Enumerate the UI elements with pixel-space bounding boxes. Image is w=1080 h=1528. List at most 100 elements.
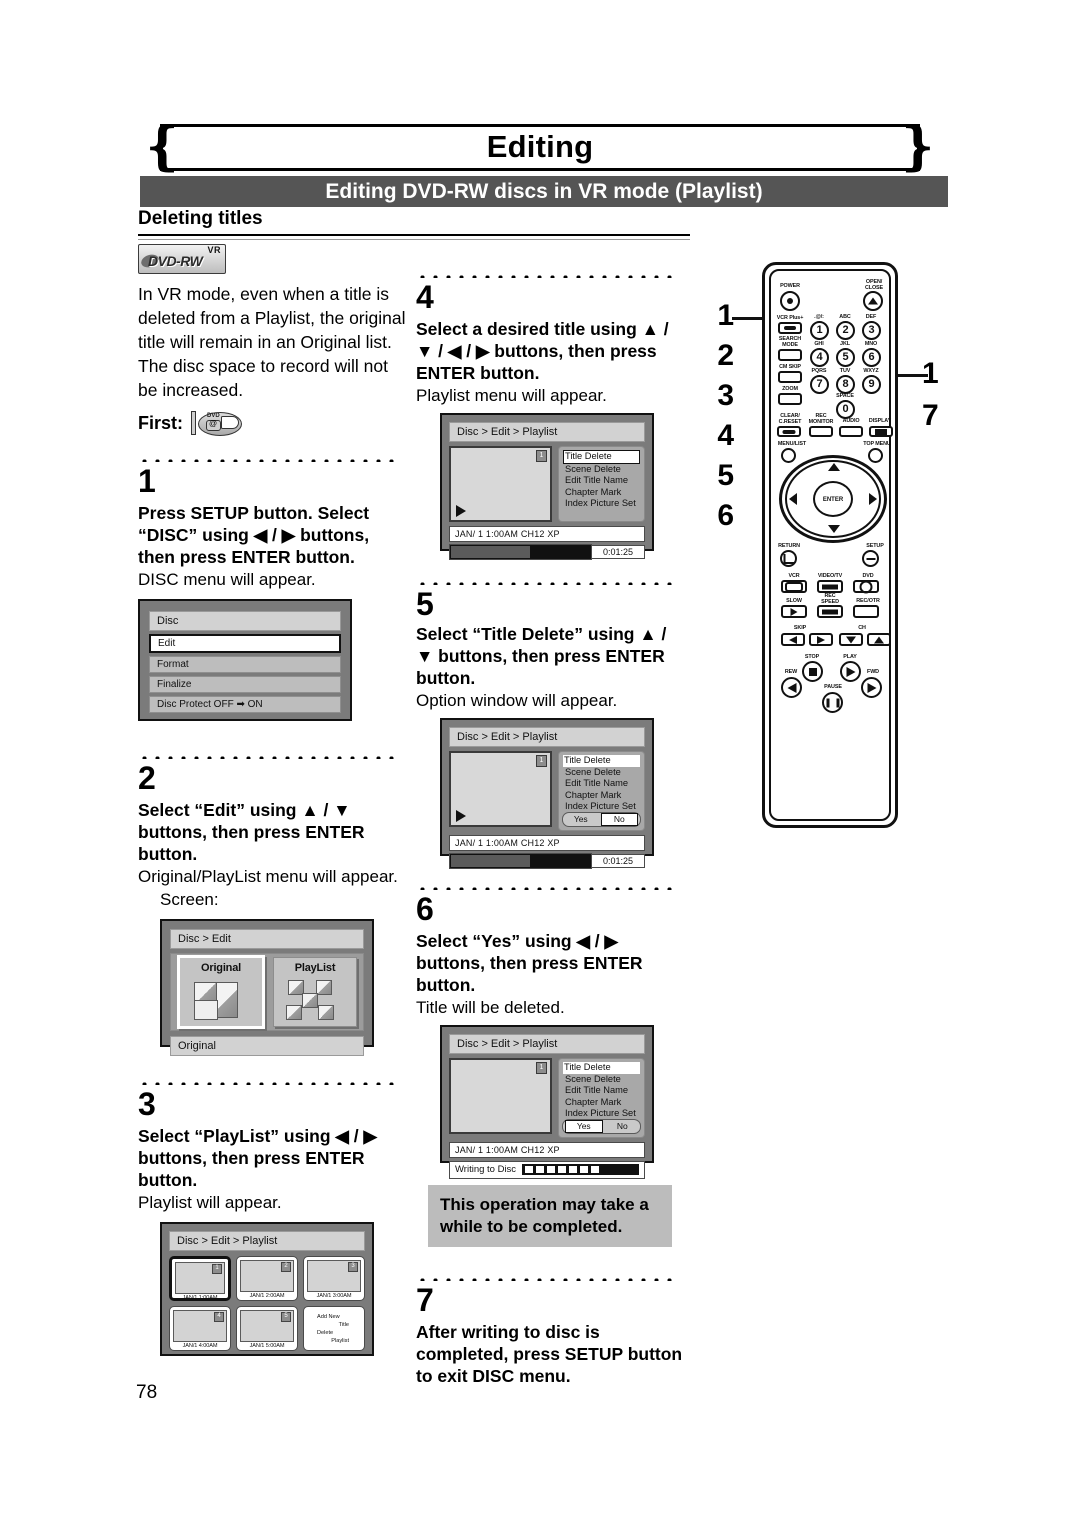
- power-button[interactable]: [780, 291, 800, 311]
- disc-menu-screen: Disc Edit Format Finalize Disc Protect O…: [138, 599, 352, 721]
- right-arrow-icon[interactable]: [869, 493, 877, 505]
- add-new-line-1: Add New: [317, 1314, 340, 1320]
- no-button-step6[interactable]: No: [605, 1121, 641, 1132]
- subsection-title: Deleting titles: [138, 208, 263, 229]
- detail-thumbnail-step4[interactable]: 1: [449, 446, 552, 522]
- search-mode-button[interactable]: [778, 349, 802, 361]
- detail-progress-step5: 0:01:25: [449, 852, 645, 869]
- skip-forward-button[interactable]: [809, 633, 833, 646]
- step-1-subtext: DISC menu will appear.: [138, 570, 316, 589]
- tile-playlist[interactable]: PlayList: [273, 957, 357, 1027]
- channel-up-button[interactable]: [867, 633, 891, 646]
- enter-button[interactable]: ENTER: [813, 481, 853, 517]
- disc-menu-item-finalize[interactable]: Finalize: [149, 676, 341, 693]
- stop-button[interactable]: [802, 661, 823, 682]
- forward-button[interactable]: [861, 677, 882, 698]
- playlist-cell-5[interactable]: 5 JAN/1 5:00AM: [236, 1306, 298, 1351]
- left-arrow-icon[interactable]: [789, 493, 797, 505]
- down-arrow-icon[interactable]: [828, 525, 840, 533]
- menu-item-title-delete[interactable]: Title Delete: [563, 1062, 640, 1074]
- key-4-button[interactable]: 4: [810, 348, 829, 367]
- disc-menu-item-disc-protect[interactable]: Disc Protect OFF ➡ ON: [149, 696, 341, 713]
- yes-button-step6[interactable]: Yes: [565, 1119, 603, 1133]
- skip-back-button[interactable]: [781, 633, 805, 646]
- playlist-cell-3[interactable]: 3 JAN/1 3:00AM: [303, 1256, 365, 1301]
- step-divider: [138, 450, 402, 462]
- return-button[interactable]: [780, 550, 797, 567]
- step-number-6: 6: [416, 891, 434, 927]
- cm-skip-button[interactable]: [778, 371, 802, 383]
- playlist-cell-1[interactable]: 1 JAN/1 1:00AM: [169, 1256, 231, 1301]
- callout-left-6: 6: [717, 499, 734, 532]
- pause-button[interactable]: [822, 692, 843, 713]
- detail-thumbnail-step6[interactable]: 1: [449, 1058, 552, 1134]
- key-1-button[interactable]: 1: [810, 321, 829, 340]
- playlist-cell-1-number: 1: [212, 1264, 222, 1274]
- menu-item-scene-delete[interactable]: Scene Delete: [563, 1074, 640, 1086]
- playlist-cell-2[interactable]: 2 JAN/1 2:00AM: [236, 1256, 298, 1301]
- no-button-step5[interactable]: No: [600, 812, 638, 826]
- menu-item-edit-title-name[interactable]: Edit Title Name: [563, 778, 640, 790]
- menu-item-title-delete[interactable]: Title Delete: [563, 755, 640, 767]
- display-button[interactable]: [869, 426, 893, 437]
- menu-item-index-picture-set[interactable]: Index Picture Set: [563, 801, 640, 813]
- rec-monitor-button[interactable]: [809, 426, 833, 437]
- cm-skip-label: CM SKIP: [779, 364, 801, 370]
- detail-thumb-number-step4: 1: [536, 450, 547, 462]
- step-3-heading: Select “PlayList” using ◀ / ▶ buttons, t…: [138, 1126, 377, 1190]
- key-9-button[interactable]: 9: [862, 375, 881, 394]
- setup-button[interactable]: [862, 550, 879, 567]
- rec-otr-button[interactable]: [853, 605, 879, 618]
- stop-label: STOP: [804, 654, 820, 660]
- ch-label: CH: [858, 625, 866, 631]
- menu-item-title-delete[interactable]: Title Delete: [563, 450, 640, 464]
- detail-time-step4: 0:01:25: [592, 545, 645, 559]
- disc-menu-item-format[interactable]: Format: [149, 656, 341, 673]
- video-tv-button[interactable]: [817, 580, 843, 593]
- menu-item-scene-delete[interactable]: Scene Delete: [563, 767, 640, 779]
- playlist-grid-screen: Disc > Edit > Playlist 1 JAN/1 1:00AM 2 …: [160, 1222, 374, 1356]
- audio-button[interactable]: [839, 426, 863, 437]
- open-close-button[interactable]: [863, 291, 883, 311]
- rewind-button[interactable]: [781, 677, 802, 698]
- playlist-cell-4[interactable]: 4 JAN/1 4:00AM: [169, 1306, 231, 1351]
- dvd-button[interactable]: [853, 580, 879, 593]
- menu-item-edit-title-name[interactable]: Edit Title Name: [563, 475, 640, 487]
- callout-right-1: 1: [922, 357, 939, 390]
- detail-thumbnail-step5[interactable]: 1: [449, 751, 552, 827]
- key-5-button[interactable]: 5: [836, 348, 855, 367]
- step-number-4: 4: [416, 279, 434, 315]
- key-2-button[interactable]: 2: [836, 321, 855, 340]
- vcr-plus-button[interactable]: [778, 322, 802, 334]
- play-indicator-icon: [456, 505, 466, 517]
- menu-item-index-picture-set[interactable]: Index Picture Set: [563, 498, 640, 510]
- key-6-button[interactable]: 6: [862, 348, 881, 367]
- zoom-button[interactable]: [778, 393, 802, 405]
- menu-item-index-picture-set[interactable]: Index Picture Set: [563, 1108, 640, 1120]
- clear-reset-button[interactable]: [777, 426, 801, 437]
- tile-original[interactable]: Original: [177, 955, 265, 1029]
- up-arrow-icon[interactable]: [828, 463, 840, 471]
- subsection-rule: [138, 234, 690, 240]
- top-menu-label: TOP MENU: [863, 441, 891, 447]
- playlist-cell-2-number: 2: [281, 1262, 291, 1272]
- key-3-button[interactable]: 3: [862, 321, 881, 340]
- display-label: DISPLAY: [868, 418, 892, 424]
- playlist-cell-add-new-title[interactable]: Add New Title Delete Playlist: [303, 1306, 365, 1351]
- rec-speed-button[interactable]: [817, 605, 843, 618]
- key-7-button[interactable]: 7: [810, 375, 829, 394]
- key-8-button[interactable]: 8: [836, 375, 855, 394]
- vcr-button[interactable]: [781, 580, 807, 593]
- disc-menu-item-edit[interactable]: Edit: [149, 634, 341, 653]
- menu-item-scene-delete[interactable]: Scene Delete: [563, 464, 640, 476]
- yes-button-step5[interactable]: Yes: [563, 814, 599, 825]
- detail-progress-step4: 0:01:25: [449, 544, 645, 560]
- play-button[interactable]: [840, 661, 861, 682]
- menu-item-chapter-mark[interactable]: Chapter Mark: [563, 790, 640, 802]
- channel-down-button[interactable]: [839, 633, 863, 646]
- menu-item-edit-title-name[interactable]: Edit Title Name: [563, 1085, 640, 1097]
- menu-item-chapter-mark[interactable]: Chapter Mark: [563, 1097, 640, 1109]
- menu-item-chapter-mark[interactable]: Chapter Mark: [563, 487, 640, 499]
- slow-button[interactable]: [781, 605, 807, 618]
- direction-pad[interactable]: ENTER: [779, 455, 887, 543]
